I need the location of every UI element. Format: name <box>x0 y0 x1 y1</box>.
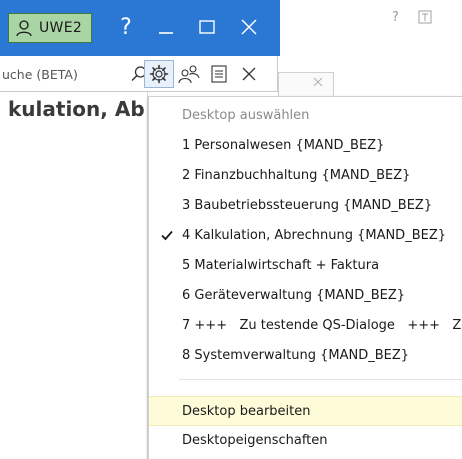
menu-item-desktop-bearbeiten[interactable]: Desktop bearbeiten <box>149 396 462 426</box>
clear-button[interactable] <box>236 60 262 88</box>
menu-item-desktopeigenschaften[interactable]: Desktopeigenschaften <box>149 426 462 456</box>
toolbar <box>0 56 278 92</box>
pin-icon <box>418 10 432 24</box>
menu-item-geraeteverwaltung[interactable]: 6 Geräteverwaltung {MAND_BEZ} <box>149 281 462 311</box>
settings-button[interactable] <box>144 60 174 88</box>
tab-close-icon <box>313 77 323 87</box>
background-help-icon: ? <box>392 10 399 25</box>
menu-item-kalkulation[interactable]: 4 Kalkulation, Abrechnung {MAND_BEZ} <box>149 221 462 251</box>
desktop-menu: Desktop auswählen 1 Personalwesen {MAND_… <box>148 96 462 459</box>
user-icon <box>16 20 32 37</box>
menu-separator <box>179 379 462 380</box>
search-input[interactable] <box>0 62 126 86</box>
user-name: UWE2 <box>39 20 83 36</box>
app-window: UWE2 ? ? uche (BETA) kulation, Ab Deskto… <box>0 0 462 459</box>
menu-header: Desktop auswählen <box>182 108 310 123</box>
users-button[interactable] <box>176 60 202 88</box>
close-icon <box>241 19 257 35</box>
maximize-button[interactable] <box>192 12 222 42</box>
minimize-button[interactable] <box>152 12 180 42</box>
page-title: kulation, Ab <box>8 97 145 121</box>
user-button[interactable]: UWE2 <box>8 13 92 43</box>
menu-item-systemverwaltung[interactable]: 8 Systemverwaltung {MAND_BEZ} <box>149 341 462 371</box>
menu-item-qs-dialoge[interactable]: 7 +++ Zu testende QS-Dialoge +++ Z <box>149 311 462 341</box>
menu-item-personalwesen[interactable]: 1 Personalwesen {MAND_BEZ} <box>149 131 462 161</box>
menu-item-baubetriebssteuerung[interactable]: 3 Baubetriebssteuerung {MAND_BEZ} <box>149 191 462 221</box>
menu-item-materialwirtschaft[interactable]: 5 Materialwirtschaft + Faktura <box>149 251 462 281</box>
close-button[interactable] <box>234 12 264 42</box>
background-tab <box>278 72 334 96</box>
menu-item-finanzbuchhaltung[interactable]: 2 Finanzbuchhaltung {MAND_BEZ} <box>149 161 462 191</box>
help-icon: ? <box>120 14 132 40</box>
users-icon <box>178 65 200 84</box>
gear-icon <box>149 64 169 84</box>
close-icon <box>242 67 256 81</box>
minimize-icon <box>159 32 173 34</box>
help-button[interactable]: ? <box>112 12 140 42</box>
maximize-icon <box>199 20 215 34</box>
document-button[interactable] <box>206 60 232 88</box>
document-icon <box>211 65 227 83</box>
title-bar: UWE2 ? <box>0 0 280 56</box>
checkmark-icon <box>161 230 173 241</box>
